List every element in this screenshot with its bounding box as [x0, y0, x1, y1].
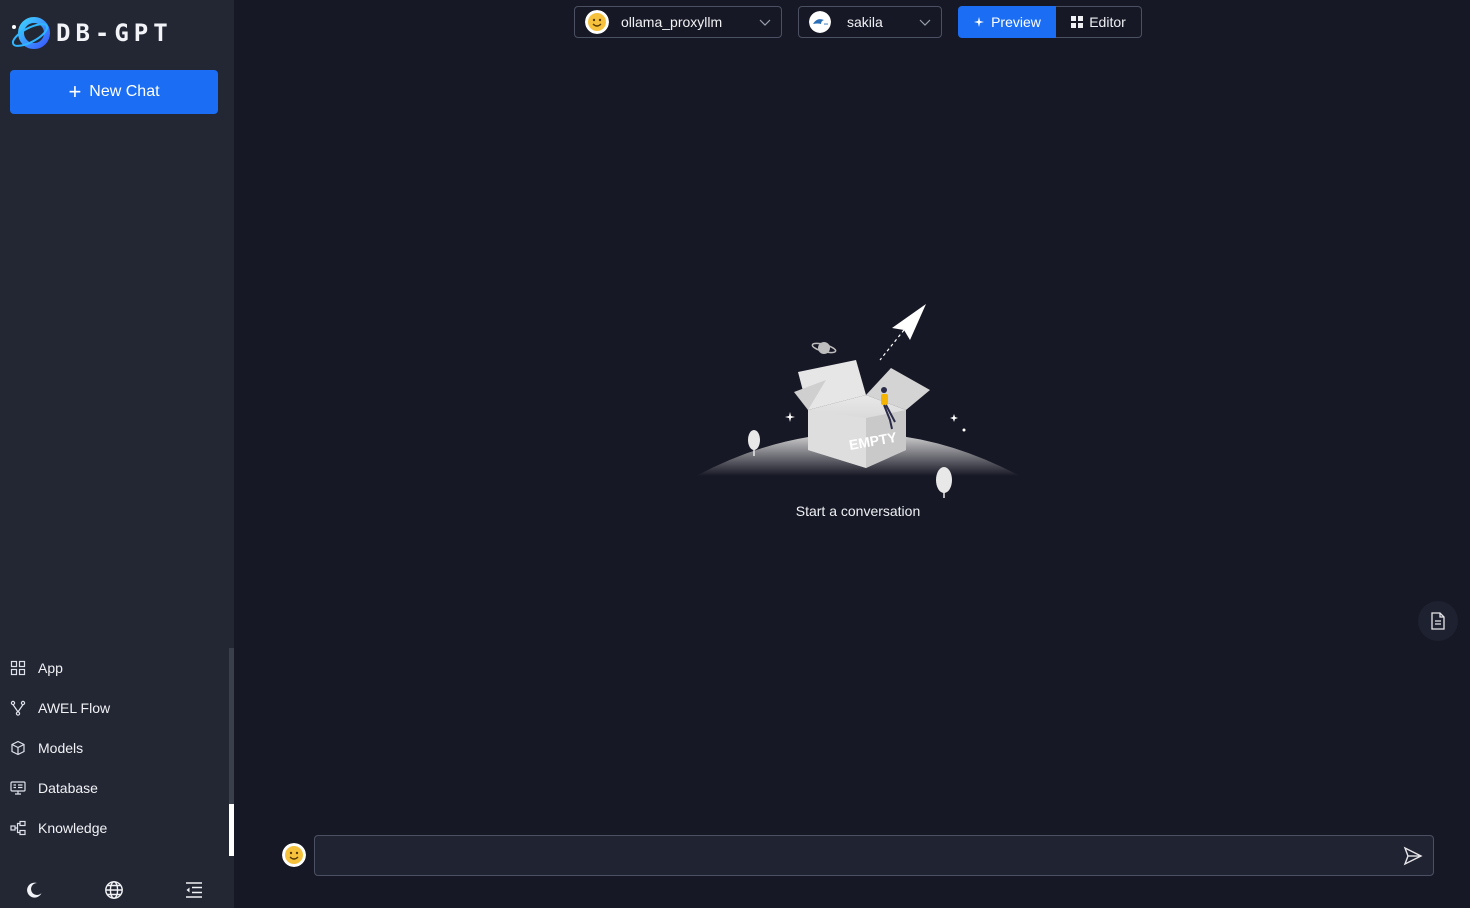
globe-icon[interactable] — [104, 880, 124, 900]
plus-icon: + — [68, 79, 82, 104]
document-float-button[interactable] — [1418, 601, 1458, 641]
collapse-menu-icon[interactable] — [184, 880, 204, 900]
new-chat-label: New Chat — [89, 83, 160, 100]
chat-input-box — [314, 835, 1434, 876]
sidebar-item-label: Knowledge — [38, 820, 108, 836]
app-grid-icon — [10, 660, 26, 676]
database-select-value: sakila — [847, 14, 883, 30]
chat-input[interactable] — [315, 836, 1433, 875]
app-root: DB-GPT + New Chat App AWEL Flow Models D… — [0, 0, 1470, 908]
chevron-down-icon — [759, 19, 771, 26]
empty-illustration: EMPTY — [696, 304, 1020, 498]
sakila-avatar-icon — [809, 11, 831, 33]
ollama-avatar-icon — [585, 10, 609, 34]
sidebar: DB-GPT + New Chat App AWEL Flow Models D… — [0, 0, 234, 908]
sidebar-item-label: App — [38, 660, 63, 676]
flow-icon — [10, 700, 26, 716]
grid-icon — [1071, 16, 1084, 28]
sidebar-item-database[interactable]: Database — [0, 768, 234, 808]
cube-icon — [11, 740, 25, 756]
sidebar-item-label: AWEL Flow — [38, 700, 111, 716]
editor-tab-label: Editor — [1089, 14, 1126, 30]
model-select-value: ollama_proxyllm — [621, 14, 723, 30]
sidebar-item-label: Database — [38, 780, 98, 796]
moon-icon[interactable] — [24, 880, 44, 900]
sidebar-bottom-bar — [0, 872, 234, 908]
new-chat-button[interactable]: + New Chat — [10, 70, 218, 114]
preview-tab[interactable]: Preview — [958, 6, 1056, 38]
mode-toggle: Preview Editor — [958, 6, 1142, 38]
chevron-down-icon — [919, 19, 931, 26]
sidebar-item-knowledge[interactable]: Knowledge — [0, 808, 234, 848]
send-icon[interactable] — [1403, 846, 1423, 866]
sidebar-scrollbar-thumb[interactable] — [229, 804, 234, 856]
database-icon — [10, 781, 26, 795]
model-select[interactable]: ollama_proxyllm — [574, 6, 782, 38]
document-icon — [1431, 612, 1445, 630]
sidebar-nav: App AWEL Flow Models Database Knowledge — [0, 648, 234, 848]
logo-icon — [11, 17, 50, 49]
logo-text: DB-GPT — [56, 19, 173, 47]
user-avatar-icon — [282, 843, 306, 867]
sidebar-item-app[interactable]: App — [0, 648, 234, 688]
knowledge-icon — [10, 820, 26, 836]
sidebar-item-label: Models — [38, 740, 84, 756]
sparkle-icon — [974, 17, 985, 27]
preview-tab-label: Preview — [991, 14, 1041, 30]
logo[interactable]: DB-GPT — [8, 12, 173, 54]
database-select[interactable]: sakila — [798, 6, 942, 38]
empty-state-message: Start a conversation — [795, 503, 921, 519]
sidebar-item-models[interactable]: Models — [0, 728, 234, 768]
editor-tab[interactable]: Editor — [1056, 6, 1142, 38]
sidebar-item-awel-flow[interactable]: AWEL Flow — [0, 688, 234, 728]
